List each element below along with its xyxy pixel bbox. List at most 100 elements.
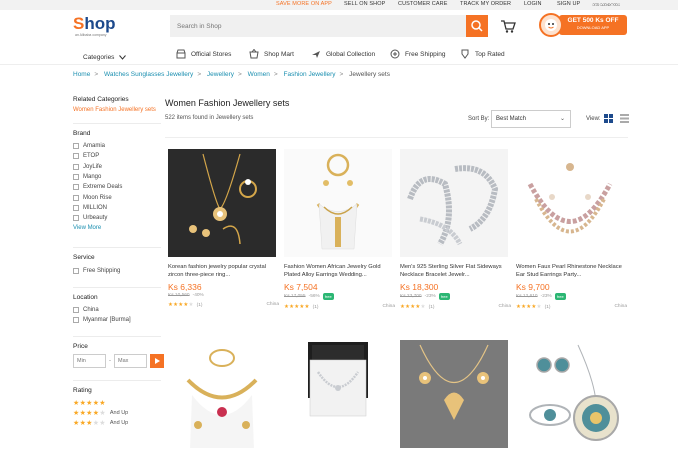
nav-global-collection[interactable]: Global Collection	[311, 47, 375, 61]
product-image[interactable]	[400, 149, 508, 257]
checkbox[interactable]	[73, 317, 79, 324]
breadcrumb-current: Jewellery sets	[349, 71, 390, 78]
product-card[interactable]	[400, 340, 511, 448]
discount-percent: -40%	[192, 293, 204, 298]
main-nav: Categories Official Stores Shop Mart Glo…	[0, 47, 678, 61]
sort-label: Sort By:	[468, 116, 490, 122]
brand-option[interactable]: Moon Rise	[73, 192, 161, 202]
nav-top-rated[interactable]: Top Rated	[460, 47, 505, 61]
price-min-input[interactable]	[73, 354, 106, 369]
view-more-link[interactable]: View More	[73, 225, 161, 231]
nav-official-stores[interactable]: Official Stores	[176, 47, 231, 61]
checkbox[interactable]	[73, 163, 79, 170]
login-link[interactable]: LOGIN	[524, 1, 542, 7]
product-image[interactable]	[516, 149, 624, 257]
breadcrumb-women[interactable]: Women	[248, 71, 270, 78]
checkbox[interactable]	[73, 204, 79, 211]
product-card[interactable]: Men's 925 Sterling Silver Flat Sideways …	[400, 149, 511, 310]
checkbox[interactable]	[73, 153, 79, 160]
sort-value: Best Match	[496, 116, 527, 122]
product-name[interactable]: Women Faux Pearl Rhinestone Necklace Ear…	[516, 263, 627, 279]
breadcrumb-jewellery[interactable]: Jewellery	[207, 71, 234, 78]
checkbox[interactable]	[73, 215, 79, 222]
breadcrumb-watches[interactable]: Watches Sunglasses Jewellery	[104, 71, 193, 78]
pearl-necklace-image	[516, 149, 624, 257]
checkbox[interactable]	[73, 143, 79, 150]
save-more-link[interactable]: SAVE MORE ON APP	[276, 1, 332, 7]
product-image[interactable]	[400, 340, 508, 448]
breadcrumb-fashion-jewellery[interactable]: Fashion Jewellery	[284, 71, 336, 78]
discount-row: Ks 17,055 -56% free	[284, 293, 395, 300]
checkbox[interactable]	[73, 267, 79, 274]
nav-free-shipping[interactable]: Free Shipping	[390, 47, 445, 61]
brand-option[interactable]: Mango	[73, 172, 161, 182]
grid-view-icon[interactable]	[604, 114, 613, 123]
rating-option-5[interactable]: ★★★★★	[73, 398, 161, 408]
related-category-link[interactable]: Women Fashion Jewellery sets	[73, 107, 161, 113]
view-label: View:	[586, 116, 601, 122]
promo-mascot-icon	[539, 13, 563, 37]
checkbox[interactable]	[73, 174, 79, 181]
mascot-face-icon	[545, 19, 557, 31]
shipping-icon	[390, 49, 400, 59]
cart-button[interactable]	[500, 18, 516, 34]
product-name[interactable]: Korean fashion jewelry popular crystal z…	[168, 263, 279, 279]
breadcrumb-home[interactable]: Home	[73, 71, 90, 78]
list-view-icon[interactable]	[620, 114, 629, 123]
product-card[interactable]: Korean fashion jewelry popular crystal z…	[168, 149, 279, 308]
product-image[interactable]	[284, 149, 392, 257]
brand-option[interactable]: Amamia	[73, 141, 161, 151]
product-image[interactable]	[516, 340, 624, 448]
nav-label: Official Stores	[191, 50, 232, 58]
site-logo[interactable]: Shop an Alibaba company	[73, 14, 133, 38]
location-option[interactable]: China	[73, 305, 161, 315]
signup-link[interactable]: SIGN UP	[557, 1, 580, 7]
brand-option[interactable]: Extreme Deals	[73, 182, 161, 192]
search-button[interactable]	[466, 15, 488, 37]
product-image[interactable]	[284, 340, 392, 448]
header-divider	[0, 64, 678, 65]
nav-shop-mart[interactable]: Shop Mart	[249, 47, 294, 61]
cart-icon	[501, 20, 516, 33]
product-card[interactable]	[516, 340, 627, 448]
customer-care-link[interactable]: CUSTOMER CARE	[398, 1, 447, 7]
checkbox[interactable]	[73, 184, 79, 191]
app-promo-banner[interactable]: GET 500 Ks OFF DOWNLOAD APP	[539, 12, 627, 38]
track-order-link[interactable]: TRACK MY ORDER	[460, 1, 511, 7]
product-name[interactable]: Fashion Women African Jewelry Gold Plate…	[284, 263, 395, 279]
categories-menu[interactable]: Categories	[83, 50, 127, 64]
sort-select[interactable]: Best Match ⌄	[491, 110, 571, 128]
promo-line1: GET 500 Ks OFF	[567, 17, 619, 24]
discount-row: Ks 10,560 -40%	[168, 293, 279, 298]
brand-option[interactable]: JoyLife	[73, 162, 161, 172]
brand-option[interactable]: Urbeauty	[73, 213, 161, 223]
product-card[interactable]: Women Faux Pearl Rhinestone Necklace Ear…	[516, 149, 627, 310]
rating-row: ★★★★★ (1) China	[516, 304, 627, 310]
heart-necklace-image	[400, 340, 508, 448]
review-count: (1)	[196, 302, 203, 308]
top-rated-icon	[461, 49, 469, 59]
product-name[interactable]: Men's 925 Sterling Silver Flat Sideways …	[400, 263, 511, 279]
rating-option-4[interactable]: ★★★★★ And Up	[73, 408, 161, 418]
service-option[interactable]: Free Shipping	[73, 265, 161, 275]
checkbox[interactable]	[73, 194, 79, 201]
language-link[interactable]: ဘာသာစကား	[592, 1, 620, 9]
product-image[interactable]	[168, 340, 276, 448]
brand-option[interactable]: MILLION	[73, 203, 161, 213]
product-location: China	[498, 304, 511, 309]
location-option[interactable]: Myanmar [Burma]	[73, 315, 161, 325]
sell-link[interactable]: SELL ON SHOP	[344, 1, 385, 7]
chevron-down-icon	[119, 54, 127, 60]
search-input[interactable]	[170, 15, 466, 37]
product-card[interactable]: Fashion Women African Jewelry Gold Plate…	[284, 149, 395, 310]
product-card[interactable]	[168, 340, 279, 448]
checkbox[interactable]	[73, 306, 79, 313]
price-apply-button[interactable]	[150, 354, 164, 369]
free-shipping-badge: free	[554, 293, 566, 300]
product-card[interactable]	[284, 340, 395, 448]
service-label: Free Shipping	[83, 267, 121, 274]
product-image[interactable]	[168, 149, 276, 257]
rating-option-3[interactable]: ★★★★★ And Up	[73, 418, 161, 428]
brand-option[interactable]: ETOP	[73, 151, 161, 161]
price-max-input[interactable]	[114, 354, 147, 369]
